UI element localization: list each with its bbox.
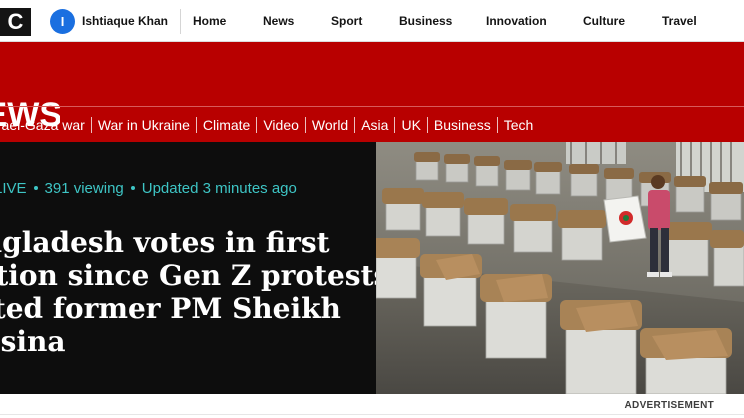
section-nav-separator (195, 117, 197, 133)
hero-headline[interactable]: Bangladesh votes in first election since… (0, 226, 376, 358)
section-nav-item[interactable]: Israel-Gaza war (0, 108, 91, 142)
nav-business[interactable]: Business (399, 0, 452, 42)
headline-line: ousted former PM Sheikh (0, 292, 341, 325)
section-nav-list: Israel-Gaza warWar in UkraineClimateVide… (0, 108, 539, 142)
headline-line: election since Gen Z protests (0, 259, 376, 292)
section-nav-separator (426, 117, 428, 133)
section-nav-separator (496, 117, 498, 133)
updated-time: Updated 3 minutes ago (141, 180, 297, 197)
nav-culture[interactable]: Culture (583, 0, 625, 42)
section-nav-item[interactable]: Business (428, 108, 497, 142)
section-nav-separator (304, 117, 306, 133)
section-nav-item[interactable]: Video (257, 108, 305, 142)
dot-separator (130, 185, 135, 190)
section-nav-item[interactable]: War in Ukraine (92, 108, 196, 142)
live-label: LIVE (0, 180, 27, 197)
headline-line: Hasina (0, 325, 66, 358)
nav-travel[interactable]: Travel (662, 0, 697, 42)
section-nav-separator (90, 117, 92, 133)
headline-line: Bangladesh votes in first (0, 226, 330, 259)
hero-photo[interactable] (376, 142, 744, 394)
viewing-count: 391 viewing (44, 180, 124, 197)
hero-text-panel: LIVE 391 viewing Updated 3 minutes ago Ban… (0, 142, 376, 394)
nav-sport[interactable]: Sport (331, 0, 362, 42)
banner-divider (0, 106, 744, 107)
ad-divider (0, 414, 744, 415)
nav-innovation[interactable]: Innovation (486, 0, 547, 42)
ballot-boxes-photo (376, 142, 744, 394)
nav-home[interactable]: Home (193, 0, 226, 42)
user-name[interactable]: Ishtiaque Khan (82, 0, 168, 42)
topbar-divider (180, 9, 181, 34)
section-nav-separator (256, 117, 258, 133)
dot-separator (33, 185, 38, 190)
section-nav-item[interactable]: UK (395, 108, 426, 142)
top-bar: C I Ishtiaque Khan Home News Sport Busin… (0, 0, 744, 42)
hero-story[interactable]: LIVE 391 viewing Updated 3 minutes ago Ban… (0, 142, 744, 394)
section-nav-item[interactable]: Tech (498, 108, 540, 142)
live-status-line: LIVE 391 viewing Updated 3 minutes ago (0, 180, 297, 197)
nav-news[interactable]: News (263, 0, 294, 42)
bbc-logo[interactable]: C (0, 8, 31, 36)
section-nav-separator (354, 117, 356, 133)
section-nav-item[interactable]: Climate (197, 108, 256, 142)
section-nav-item[interactable]: Asia (355, 108, 394, 142)
section-nav-separator (394, 117, 396, 133)
user-avatar[interactable]: I (50, 9, 75, 34)
news-banner: NEWS Israel-Gaza warWar in UkraineClimat… (0, 42, 744, 142)
section-nav-item[interactable]: World (306, 108, 354, 142)
section-nav: Israel-Gaza warWar in UkraineClimateVide… (0, 108, 744, 142)
